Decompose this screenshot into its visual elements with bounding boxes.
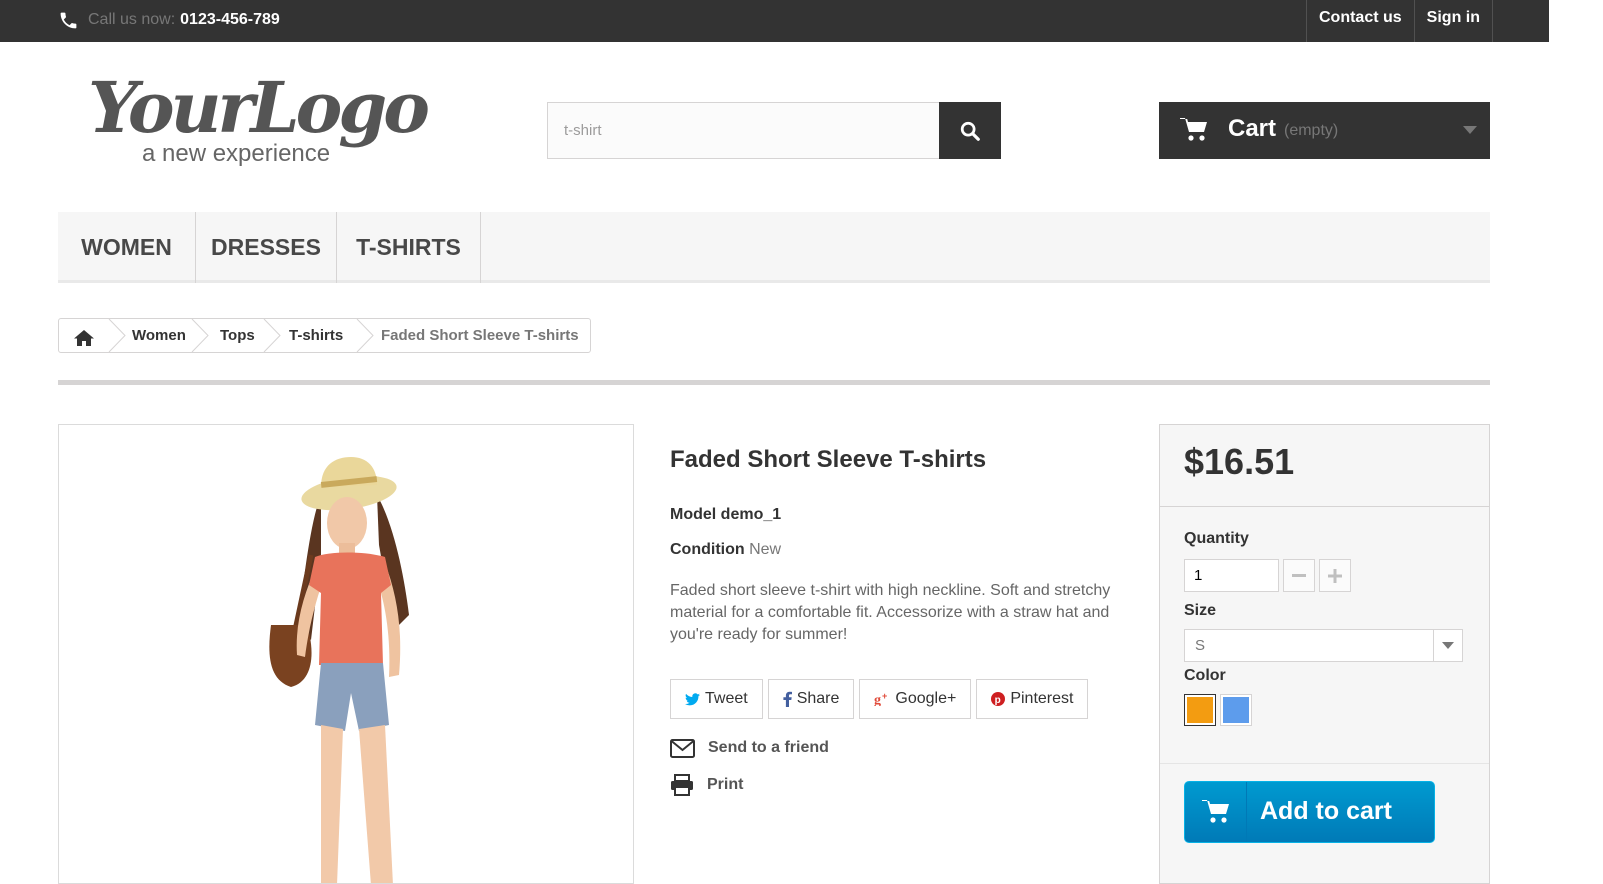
product-description: Faded short sleeve t-shirt with high nec… bbox=[670, 582, 1111, 643]
breadcrumb-tops[interactable]: Tops bbox=[220, 319, 255, 352]
breadcrumb-women[interactable]: Women bbox=[132, 319, 186, 352]
call-us-label: Call us now: bbox=[88, 11, 176, 28]
color-label: Color bbox=[1184, 667, 1226, 684]
logo-tagline: a new experience bbox=[142, 140, 331, 167]
google-plus-label: Google+ bbox=[895, 690, 957, 707]
svg-text:p: p bbox=[995, 695, 1001, 706]
twitter-icon bbox=[685, 692, 700, 705]
chevron-down-icon bbox=[1433, 630, 1462, 661]
cart-icon bbox=[1180, 118, 1207, 141]
sign-in-link[interactable]: Sign in bbox=[1413, 0, 1493, 42]
tweet-button[interactable]: Tweet bbox=[670, 679, 763, 719]
menu-item-dresses[interactable]: DRESSES bbox=[196, 212, 337, 283]
color-swatch-fill bbox=[1187, 697, 1213, 723]
condition-value: New bbox=[749, 541, 782, 558]
search-icon bbox=[960, 121, 980, 141]
size-value: S bbox=[1195, 637, 1206, 654]
phone-number: 0123-456-789 bbox=[180, 11, 280, 28]
product-photo bbox=[269, 457, 409, 883]
breadcrumb: Women Tops T-shirts Faded Short Sleeve T… bbox=[58, 318, 591, 353]
condition-label: Condition bbox=[670, 541, 745, 558]
pinterest-button[interactable]: p Pinterest bbox=[976, 679, 1089, 719]
cart-status: (empty) bbox=[1284, 122, 1339, 139]
search-box bbox=[547, 102, 1001, 159]
cart-button[interactable]: Cart (empty) bbox=[1159, 102, 1490, 159]
color-swatch-blue[interactable] bbox=[1220, 694, 1252, 726]
home-icon[interactable] bbox=[73, 326, 95, 346]
breadcrumb-tshirts[interactable]: T-shirts bbox=[289, 319, 343, 352]
quantity-input[interactable]: 1 bbox=[1184, 559, 1279, 592]
logo-text: YourLogo bbox=[88, 66, 430, 149]
facebook-share-button[interactable]: Share bbox=[767, 679, 855, 719]
print-icon bbox=[671, 774, 693, 796]
send-to-friend-link[interactable]: Send to a friend bbox=[670, 735, 829, 761]
size-select[interactable]: S bbox=[1184, 629, 1463, 662]
menu-item-women[interactable]: WOMEN bbox=[58, 212, 196, 283]
product-title: Faded Short Sleeve T-shirts bbox=[670, 446, 987, 473]
share-label: Share bbox=[796, 690, 840, 707]
add-to-cart-button[interactable]: Add to cart bbox=[1184, 781, 1435, 843]
breadcrumb-separator bbox=[263, 319, 281, 352]
breadcrumb-separator bbox=[356, 319, 374, 352]
site-logo[interactable]: YourLogo a new experience bbox=[88, 66, 438, 176]
buy-box: $16.51 Quantity 1 Size S Color Add to ca… bbox=[1159, 424, 1490, 884]
page-margin bbox=[1549, 0, 1603, 873]
facebook-icon bbox=[783, 691, 792, 707]
phone-icon bbox=[60, 12, 77, 28]
search-button[interactable] bbox=[939, 102, 1001, 159]
send-to-friend-label: Send to a friend bbox=[708, 739, 829, 756]
quantity-decrease-button[interactable] bbox=[1283, 559, 1315, 592]
tweet-label: Tweet bbox=[705, 690, 748, 707]
product-condition: Condition New bbox=[670, 541, 781, 559]
main-menu: WOMEN DRESSES T-SHIRTS bbox=[58, 212, 1490, 283]
google-plus-button[interactable]: g + Google+ bbox=[859, 679, 972, 719]
add-to-cart-label: Add to cart bbox=[1260, 797, 1392, 825]
contact-us-link[interactable]: Contact us bbox=[1306, 0, 1414, 42]
svg-text:+: + bbox=[882, 692, 887, 701]
price-box: $16.51 bbox=[1160, 425, 1489, 507]
divider bbox=[58, 380, 1490, 385]
envelope-icon bbox=[670, 738, 695, 758]
product-model: Model demo_1 bbox=[670, 506, 781, 524]
call-us: Call us now: 0123-456-789 bbox=[58, 6, 280, 34]
top-bar: Call us now: 0123-456-789 Contact us Sig… bbox=[0, 0, 1549, 42]
chevron-down-icon bbox=[1463, 126, 1477, 134]
quantity-increase-button[interactable] bbox=[1319, 559, 1351, 592]
minus-icon bbox=[1292, 573, 1306, 577]
cart-icon bbox=[1185, 782, 1247, 842]
model-value: demo_1 bbox=[720, 506, 782, 523]
google-plus-icon: g + bbox=[874, 692, 887, 706]
product-image[interactable] bbox=[58, 424, 634, 884]
cart-title: Cart bbox=[1228, 115, 1277, 142]
size-label: Size bbox=[1184, 602, 1217, 619]
search-input[interactable] bbox=[548, 103, 938, 158]
print-label: Print bbox=[707, 776, 744, 793]
breadcrumb-separator bbox=[108, 319, 126, 352]
print-link[interactable]: Print bbox=[670, 772, 743, 798]
svg-text:g: g bbox=[874, 693, 881, 706]
top-links: Contact us Sign in bbox=[1306, 0, 1493, 42]
divider bbox=[1160, 763, 1489, 764]
breadcrumb-current: Faded Short Sleeve T-shirts bbox=[381, 327, 579, 344]
pinterest-icon: p bbox=[991, 692, 1006, 706]
pinterest-label: Pinterest bbox=[1010, 690, 1074, 707]
product-price: $16.51 bbox=[1184, 441, 1295, 482]
menu-item-tshirts[interactable]: T-SHIRTS bbox=[337, 212, 481, 283]
model-label: Model bbox=[670, 506, 717, 523]
breadcrumb-separator bbox=[191, 319, 209, 352]
plus-icon bbox=[1328, 568, 1342, 583]
social-share: Tweet Share g + Google+ p Pinterest bbox=[670, 679, 1093, 719]
color-swatch-fill bbox=[1223, 697, 1249, 723]
color-swatch-orange[interactable] bbox=[1184, 694, 1216, 726]
quantity-label: Quantity bbox=[1184, 530, 1249, 547]
